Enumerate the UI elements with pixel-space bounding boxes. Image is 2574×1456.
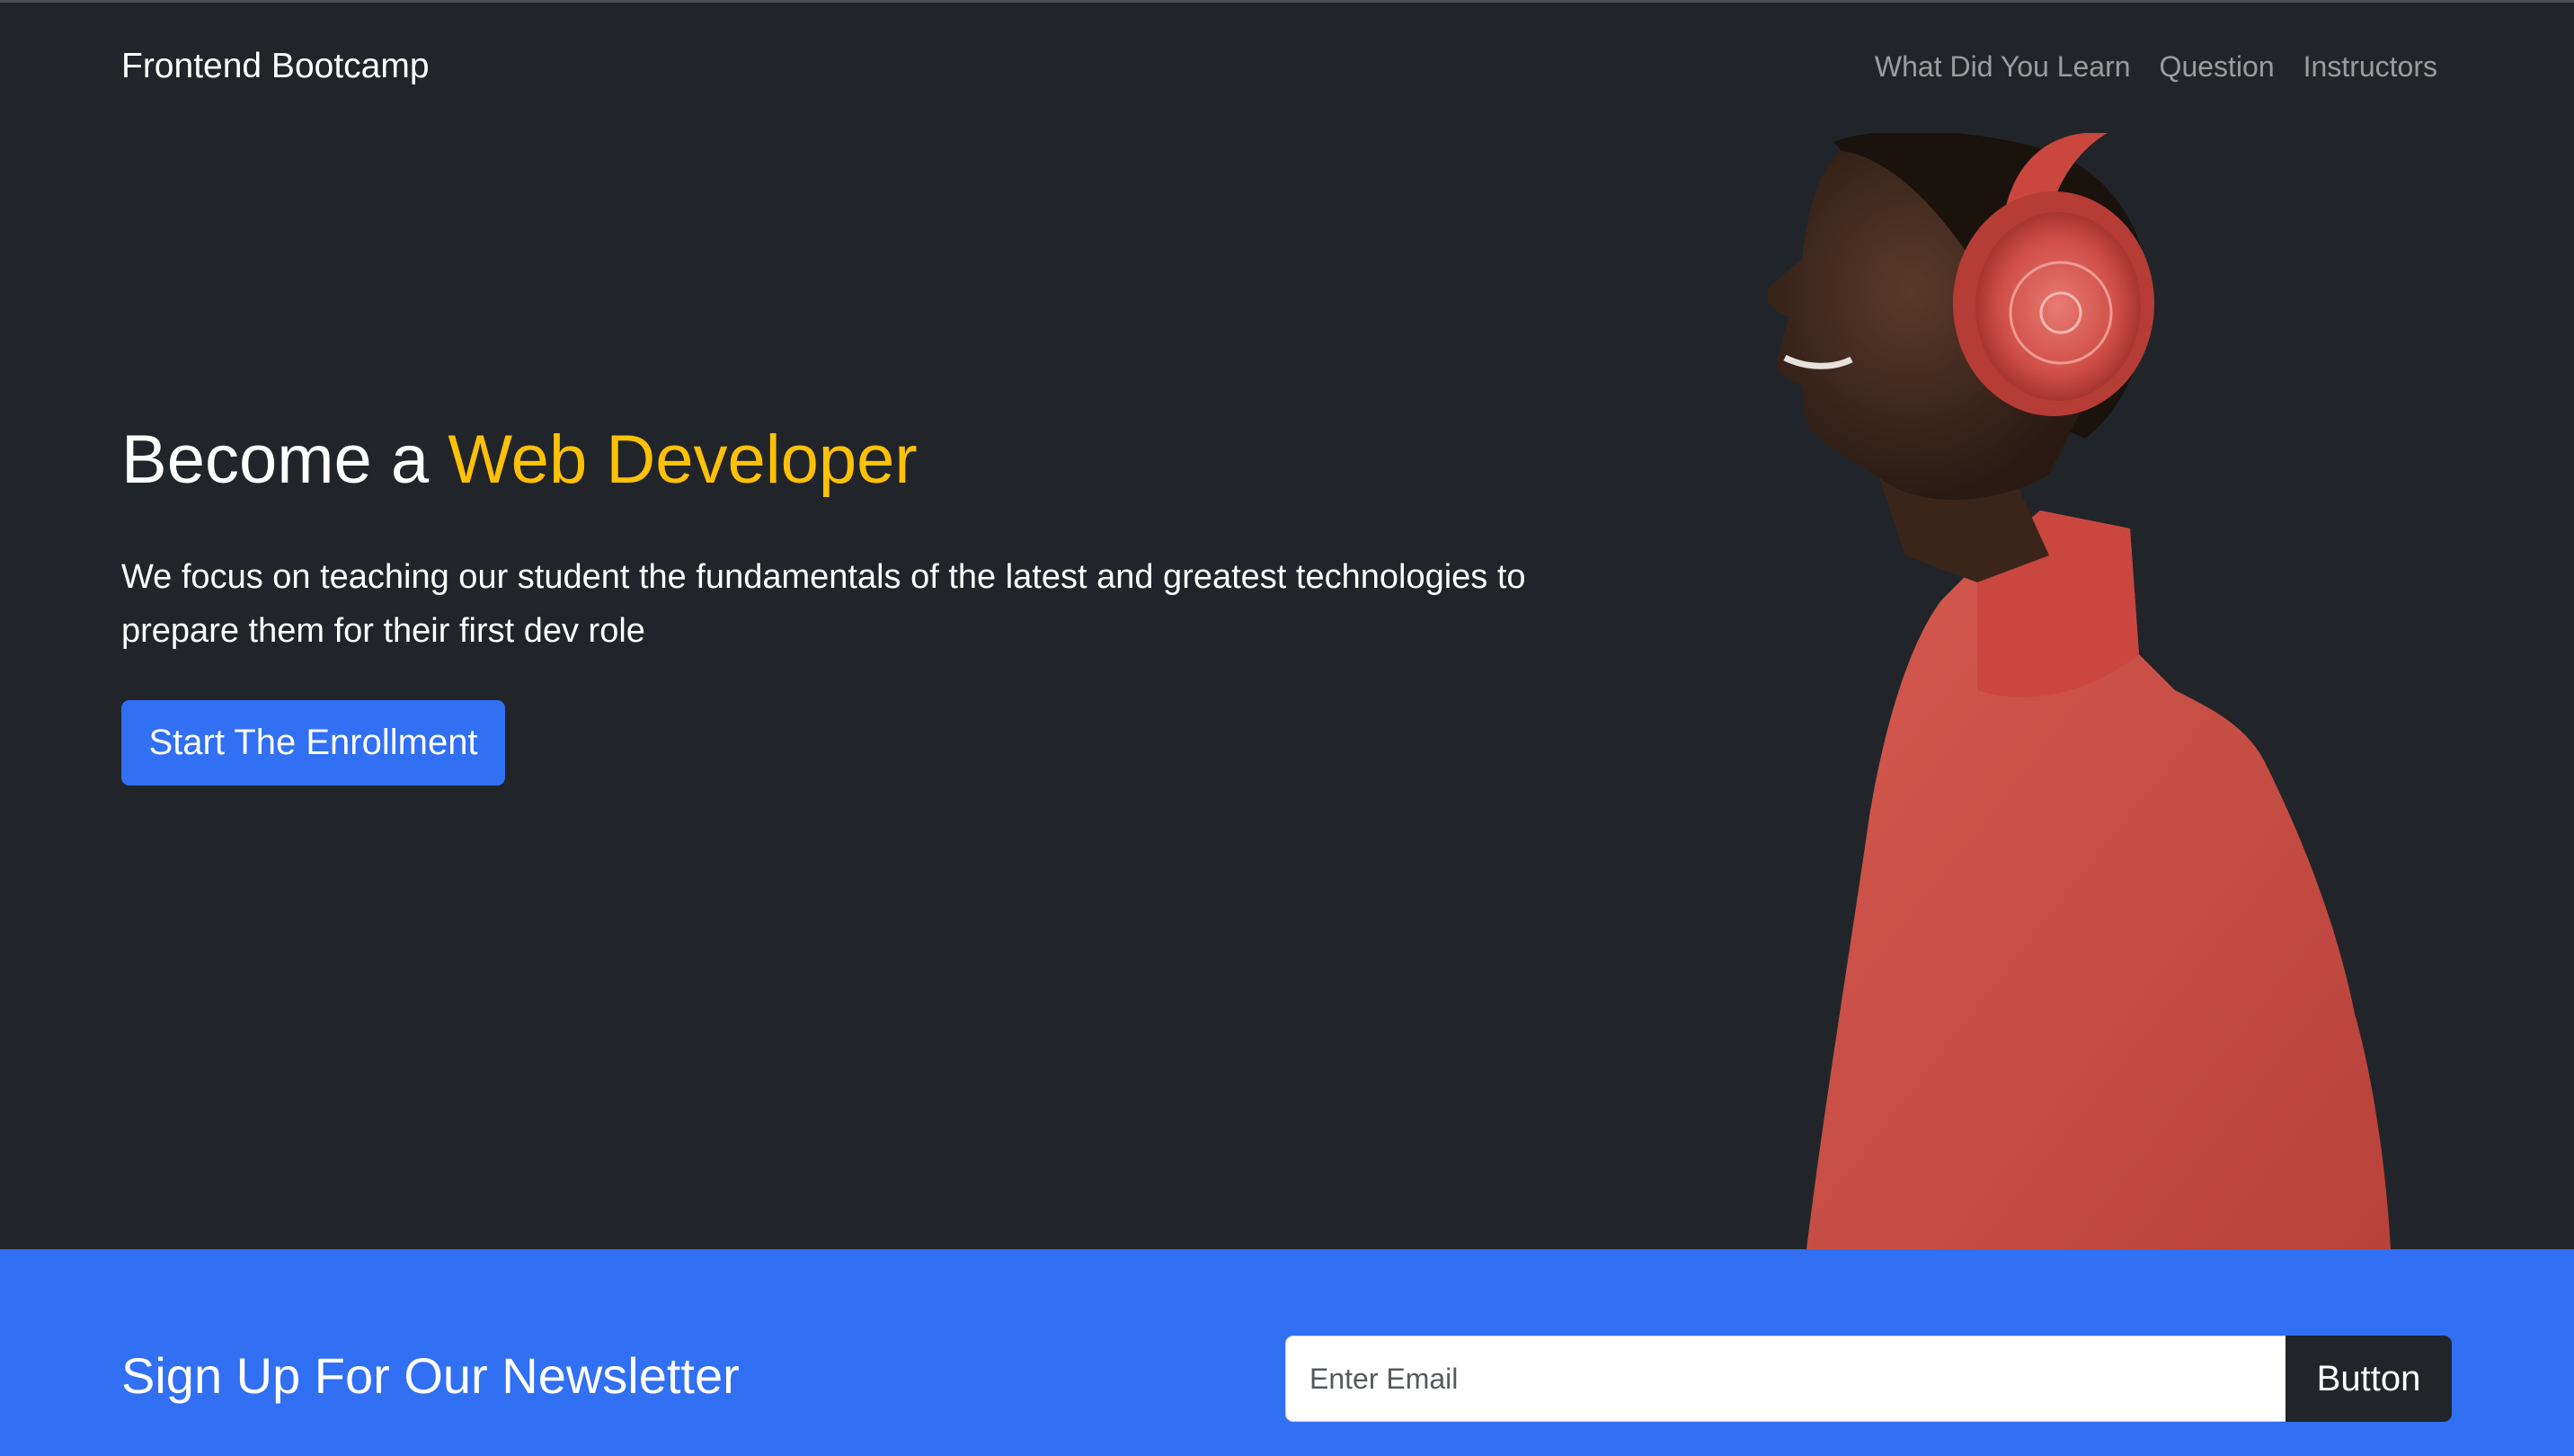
nav-links: What Did You Learn Question Instructors xyxy=(1875,50,2437,84)
hero-title-prefix: Become a xyxy=(121,422,448,498)
brand-link[interactable]: Frontend Bootcamp xyxy=(121,47,430,86)
start-enrollment-button[interactable]: Start The Enrollment xyxy=(121,700,505,786)
nav-link-question[interactable]: Question xyxy=(2160,50,2275,84)
hero-section: Become a Web Developer We focus on teach… xyxy=(0,133,2574,1249)
hero-title-accent: Web Developer xyxy=(448,422,918,498)
navbar: Frontend Bootcamp What Did You Learn Que… xyxy=(0,0,2574,133)
email-input-group: Button xyxy=(1285,1336,2452,1422)
man-with-red-headphones-image xyxy=(1767,133,2391,1249)
nav-link-instructors[interactable]: Instructors xyxy=(2303,50,2437,84)
nav-link-what-did-you-learn[interactable]: What Did You Learn xyxy=(1875,50,2131,84)
headphone-cup xyxy=(1975,212,2141,401)
email-input[interactable] xyxy=(1285,1336,2286,1422)
newsletter-submit-button[interactable]: Button xyxy=(2286,1336,2452,1422)
newsletter-section: Sign Up For Our Newsletter Button xyxy=(0,1249,2574,1456)
newsletter-title: Sign Up For Our Newsletter xyxy=(121,1347,740,1404)
hero-title: Become a Web Developer xyxy=(121,419,918,501)
hero-description: We focus on teaching our student the fun… xyxy=(121,558,1526,650)
